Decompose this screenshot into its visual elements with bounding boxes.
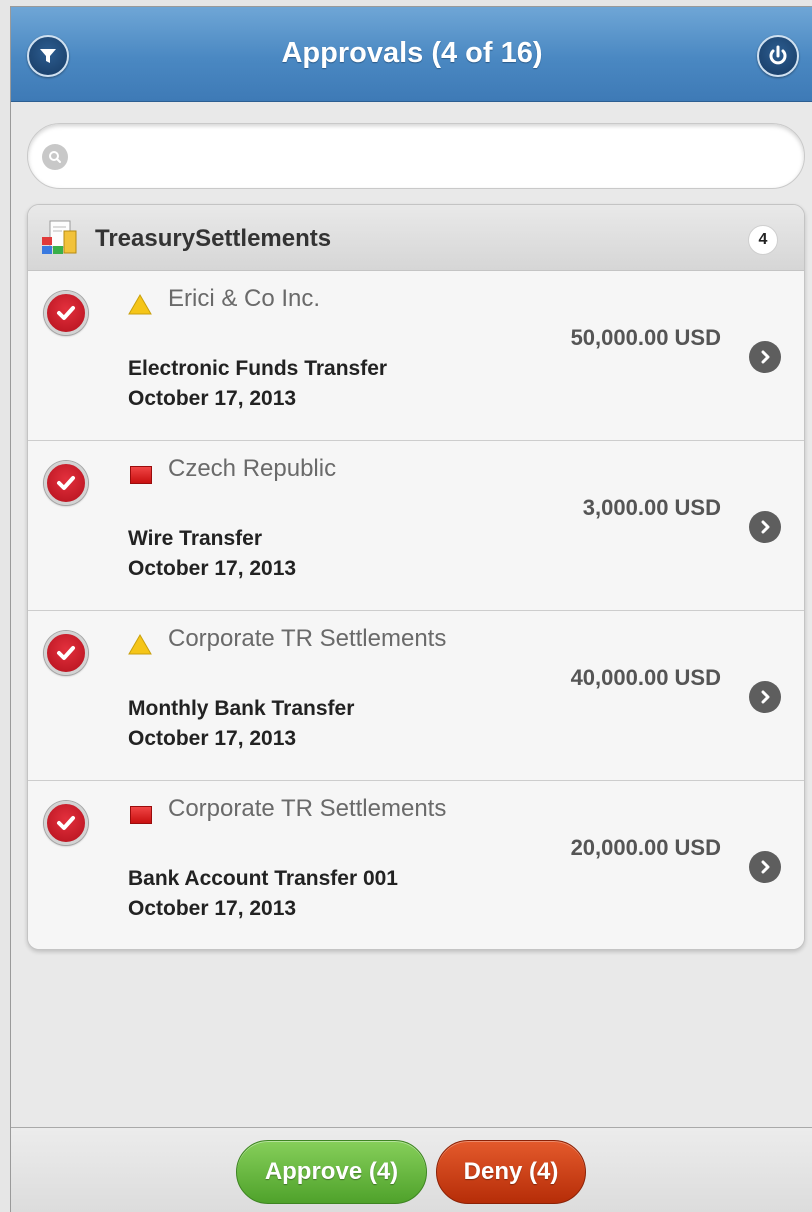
row-type: Monthly Bank Transfer xyxy=(128,697,355,720)
row-amount: 50,000.00 USD xyxy=(570,325,721,350)
checkmark-icon xyxy=(57,306,75,320)
app-frame: Approvals (4 of 16) TreasurySettlements … xyxy=(10,6,812,1212)
row-date: October 17, 2013 xyxy=(128,557,297,580)
chevron-right-icon[interactable] xyxy=(749,341,781,373)
search-bar[interactable] xyxy=(27,123,805,189)
chevron-right-icon[interactable] xyxy=(749,681,781,713)
row-date: October 17, 2013 xyxy=(128,387,297,410)
group-header[interactable]: TreasurySettlements 4 xyxy=(28,205,804,271)
power-icon xyxy=(769,45,787,65)
red-square-icon xyxy=(130,466,152,484)
select-checkbox[interactable] xyxy=(44,291,88,335)
red-square-icon xyxy=(130,806,152,824)
select-checkbox[interactable] xyxy=(44,631,88,675)
approval-row[interactable]: Corporate TR Settlements 40,000.00 USD M… xyxy=(28,611,804,781)
row-amount: 40,000.00 USD xyxy=(570,665,721,690)
row-title: Corporate TR Settlements xyxy=(168,795,447,822)
checkmark-icon xyxy=(57,816,75,830)
select-checkbox[interactable] xyxy=(44,461,88,505)
header-bar: Approvals (4 of 16) xyxy=(11,7,812,102)
row-amount: 3,000.00 USD xyxy=(582,495,721,520)
row-type: Wire Transfer xyxy=(128,527,263,550)
approvals-list: TreasurySettlements 4 Erici & Co Inc. 50… xyxy=(27,204,805,950)
row-title: Erici & Co Inc. xyxy=(168,285,321,312)
power-button[interactable] xyxy=(757,35,799,77)
search-icon xyxy=(42,144,68,170)
group-title: TreasurySettlements xyxy=(95,225,332,252)
row-date: October 17, 2013 xyxy=(128,897,297,920)
warning-triangle-icon xyxy=(128,294,152,315)
row-amount: 20,000.00 USD xyxy=(570,835,721,860)
approval-row[interactable]: Erici & Co Inc. 50,000.00 USD Electronic… xyxy=(28,271,804,441)
row-title: Corporate TR Settlements xyxy=(168,625,447,652)
page-title: Approvals (4 of 16) xyxy=(281,37,543,69)
warning-triangle-icon xyxy=(128,634,152,655)
row-type: Electronic Funds Transfer xyxy=(128,357,388,380)
row-title: Czech Republic xyxy=(168,455,337,482)
search-input[interactable] xyxy=(78,136,788,176)
footer-toolbar: Approve (4) Deny (4) xyxy=(11,1127,812,1212)
chevron-right-icon[interactable] xyxy=(749,511,781,543)
approve-button[interactable]: Approve (4) xyxy=(236,1140,427,1204)
chevron-right-icon[interactable] xyxy=(749,851,781,883)
treasury-app-icon xyxy=(42,220,77,254)
row-type: Bank Account Transfer 001 xyxy=(128,867,398,890)
checkmark-icon xyxy=(57,646,75,660)
select-checkbox[interactable] xyxy=(44,801,88,845)
approval-row[interactable]: Corporate TR Settlements 20,000.00 USD B… xyxy=(28,781,804,949)
deny-button[interactable]: Deny (4) xyxy=(436,1140,586,1204)
approval-row[interactable]: Czech Republic 3,000.00 USD Wire Transfe… xyxy=(28,441,804,611)
row-date: October 17, 2013 xyxy=(128,727,297,750)
group-count-badge: 4 xyxy=(748,225,778,255)
checkmark-icon xyxy=(57,476,75,490)
